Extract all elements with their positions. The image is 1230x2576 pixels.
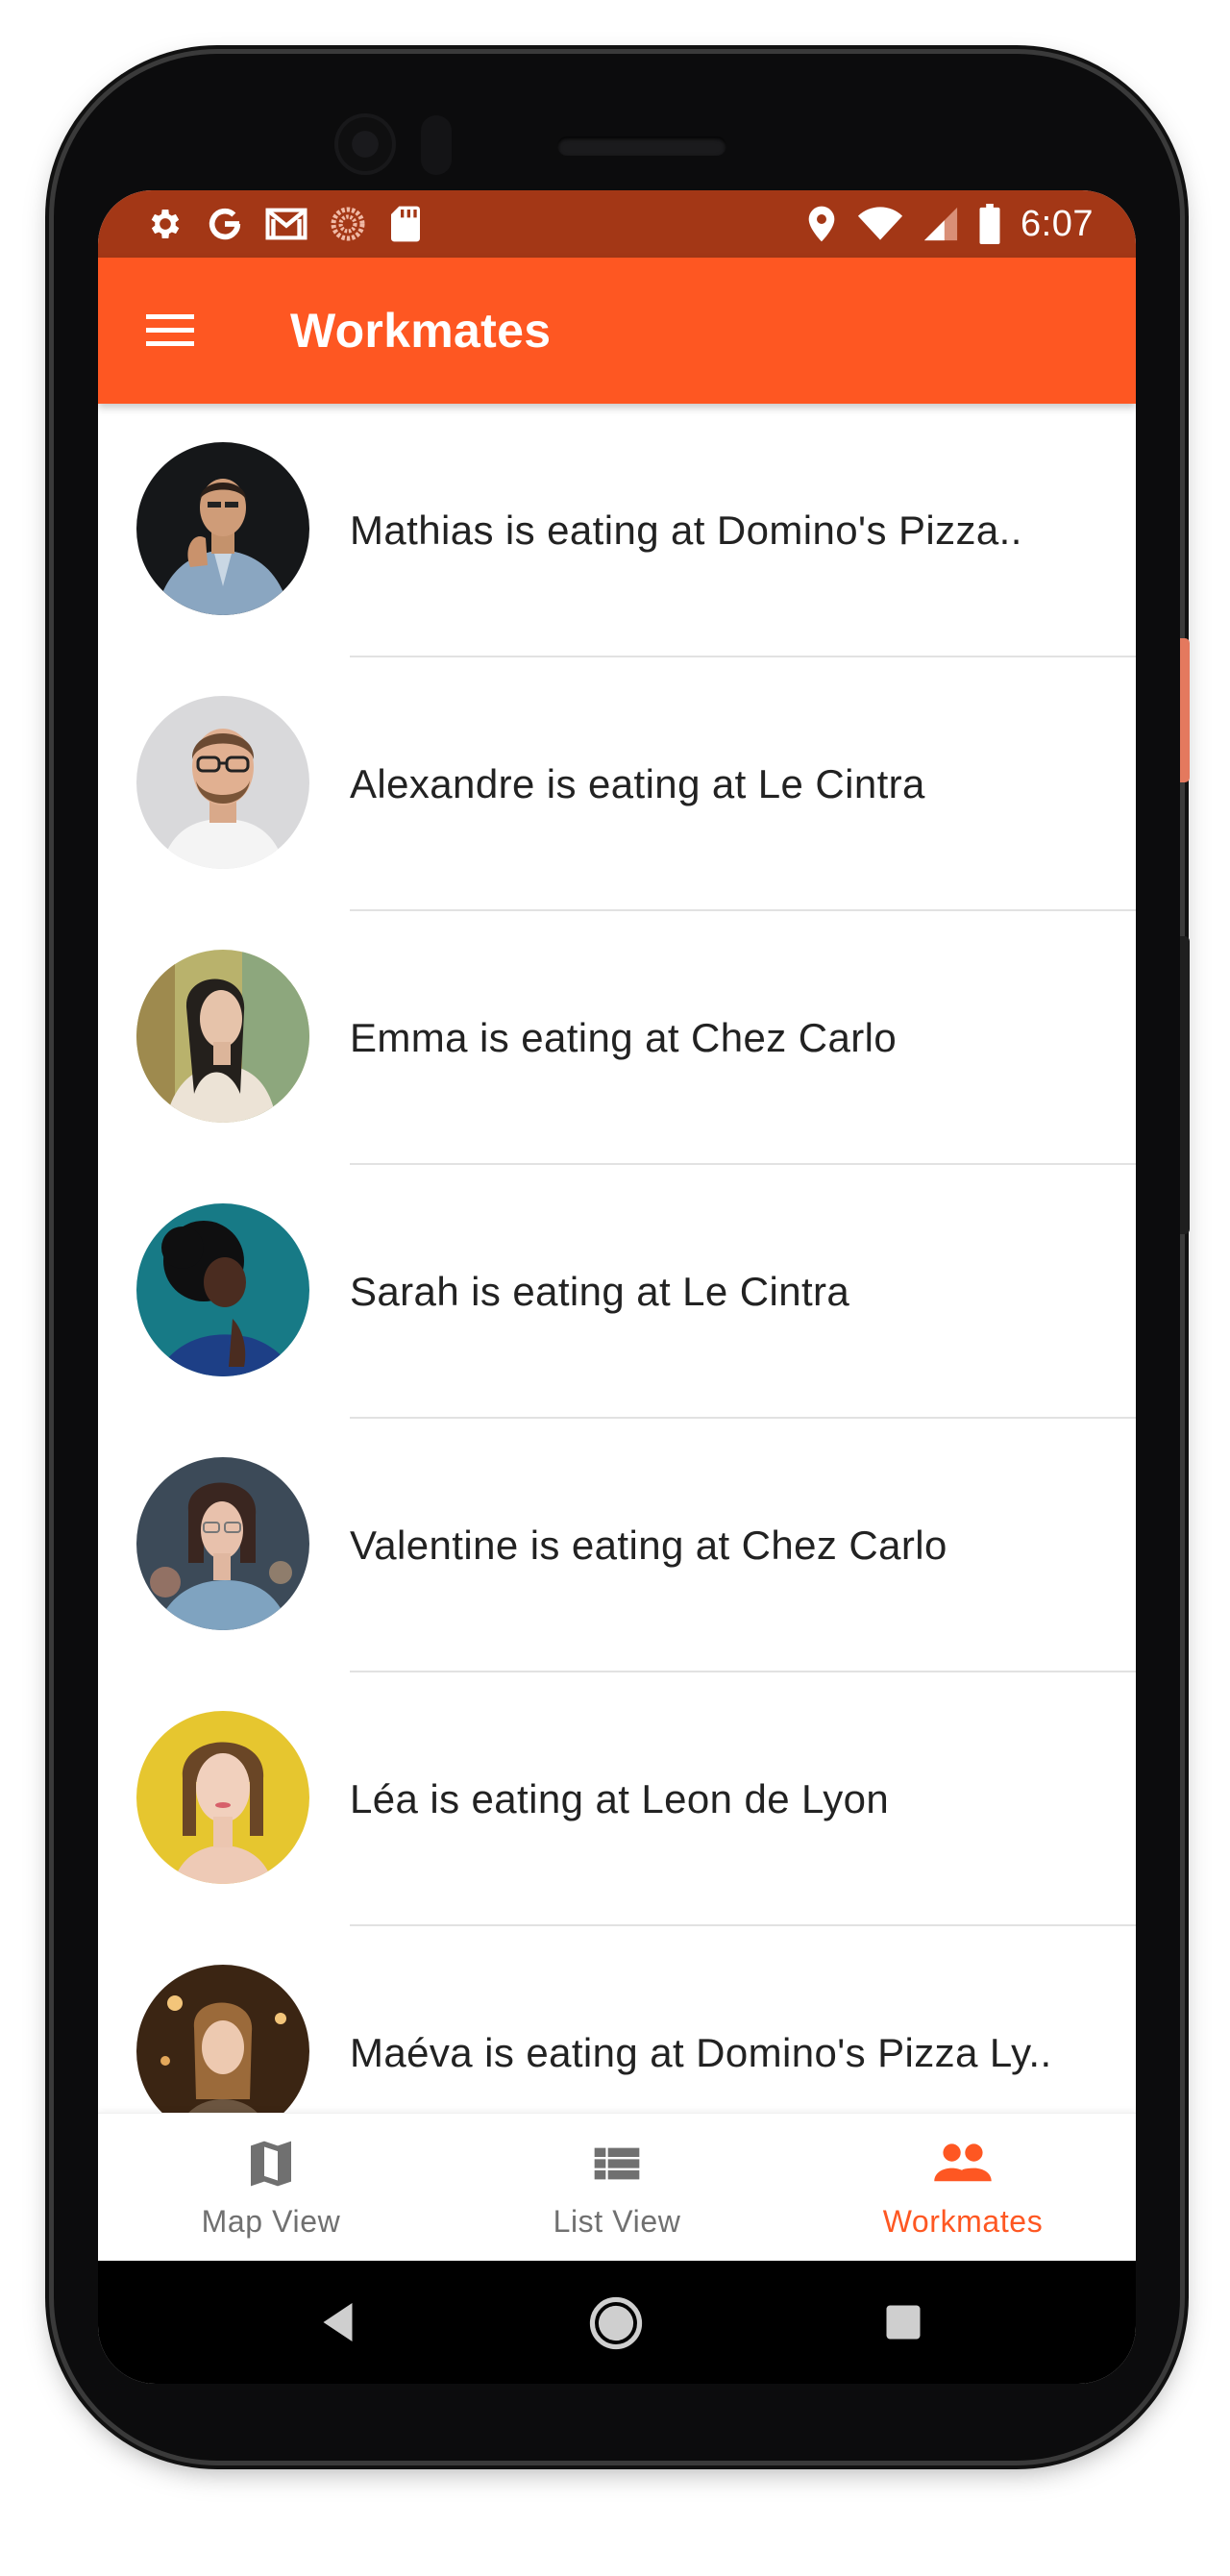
nav-label: List View — [553, 2203, 681, 2239]
avatar — [136, 950, 309, 1123]
avatar — [136, 442, 309, 615]
workmate-text: Maéva is eating at Domino's Pizza Ly.. — [350, 2030, 1052, 2075]
device-screen: 6:07 Workmates Mathias is eating at Domi… — [98, 190, 1136, 2384]
workmate-text: Emma is eating at Chez Carlo — [350, 1015, 898, 1060]
nav-list-view[interactable]: List View — [444, 2114, 790, 2262]
avatar — [136, 696, 309, 869]
battery-icon — [978, 204, 1001, 244]
people-icon — [934, 2143, 992, 2181]
home-circle-icon — [589, 2296, 643, 2350]
avatar — [136, 1457, 309, 1630]
workmate-text: Valentine is eating at Chez Carlo — [350, 1523, 947, 1568]
workmate-text: Alexandre is eating at Le Cintra — [350, 761, 925, 806]
list-icon — [594, 2147, 640, 2179]
signal-icon — [922, 206, 959, 242]
front-camera — [334, 113, 396, 175]
sd-card-icon — [388, 205, 423, 243]
nav-workmates[interactable]: Workmates — [790, 2114, 1136, 2262]
google-icon — [206, 205, 244, 243]
status-bar: 6:07 — [98, 190, 1136, 258]
nav-map-view[interactable]: Map View — [98, 2114, 444, 2262]
workmate-text: Léa is eating at Leon de Lyon — [350, 1776, 890, 1821]
list-item[interactable]: Emma is eating at Chez Carlo — [98, 911, 1136, 1165]
list-item[interactable]: Valentine is eating at Chez Carlo — [98, 1419, 1136, 1672]
avatar — [136, 1711, 309, 1884]
list-item[interactable]: Alexandre is eating at Le Cintra — [98, 657, 1136, 911]
status-time: 6:07 — [1021, 203, 1094, 244]
page-title: Workmates — [290, 304, 552, 358]
nav-label: Map View — [201, 2203, 341, 2239]
location-icon — [805, 205, 838, 243]
avatar — [136, 1965, 309, 2113]
sync-circle-icon — [329, 205, 367, 243]
list-item[interactable]: Maéva is eating at Domino's Pizza Ly.. — [98, 1926, 1136, 2113]
workmate-text: Mathias is eating at Domino's Pizza.. — [350, 508, 1022, 553]
home-button[interactable] — [586, 2293, 646, 2358]
wifi-icon — [857, 205, 903, 243]
list-item[interactable]: Mathias is eating at Domino's Pizza.. — [98, 404, 1136, 657]
menu-button[interactable] — [136, 300, 204, 359]
back-button[interactable] — [311, 2293, 369, 2356]
bottom-navigation: Map View List View Workmates — [98, 2113, 1136, 2262]
recents-square-icon — [886, 2305, 921, 2340]
settings-icon — [146, 205, 184, 243]
app-bar: Workmates — [98, 258, 1136, 404]
recents-button[interactable] — [874, 2293, 932, 2356]
workmate-text: Sarah is eating at Le Cintra — [350, 1269, 850, 1314]
power-button[interactable] — [1180, 936, 1190, 1234]
nav-label: Workmates — [882, 2203, 1044, 2239]
proximity-sensor — [421, 115, 452, 175]
volume-button[interactable] — [1180, 638, 1190, 782]
earpiece-speaker — [557, 136, 726, 156]
back-triangle-icon — [323, 2303, 353, 2341]
workmates-list[interactable]: Mathias is eating at Domino's Pizza.. Al… — [98, 404, 1136, 2113]
hamburger-menu-icon — [146, 314, 194, 346]
system-navigation-bar — [98, 2261, 1136, 2384]
avatar — [136, 1203, 309, 1376]
list-item[interactable]: Sarah is eating at Le Cintra — [98, 1165, 1136, 1419]
map-icon — [251, 2141, 291, 2186]
list-item[interactable]: Léa is eating at Leon de Lyon — [98, 1672, 1136, 1926]
gmail-icon — [265, 205, 308, 243]
